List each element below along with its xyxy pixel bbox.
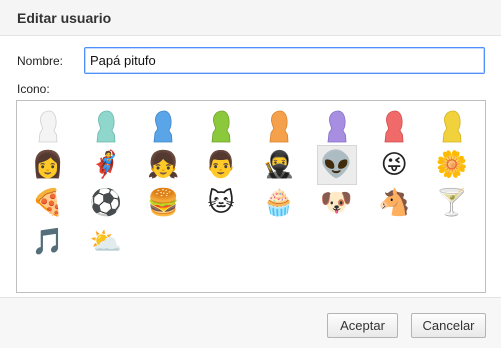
icon-picker-grid: 👩 🦸 👧 👨 🥷 👽 😜 🌼 🍕 ⚽ 🍔 🐱 🧁 🐶 🐴 🍸 🎵 ⛅ (16, 100, 486, 293)
icon-option[interactable]: 👧 (143, 145, 183, 185)
icon-option[interactable]: 🌼 (432, 145, 472, 185)
smiley-face-icon: 😜 (380, 149, 408, 180)
icon-option[interactable]: 🎵 (28, 222, 68, 262)
icon-option[interactable] (86, 106, 126, 146)
icon-option[interactable]: 😜 (374, 145, 414, 185)
icon-option[interactable]: 👨 (201, 145, 241, 185)
icon-option[interactable]: 🍸 (432, 183, 472, 223)
man-avatar-icon: 👨 (204, 149, 238, 180)
dialog-titlebar: Editar usuario (0, 0, 501, 36)
icon-option[interactable]: 👩 (28, 145, 68, 185)
woman-sunglasses-avatar-icon: 👧 (147, 149, 180, 180)
alien-avatar-icon: 👽 (320, 149, 353, 180)
pizza-slice-icon: 🍕 (31, 188, 65, 218)
superhero-avatar-icon: 🦸 (89, 149, 122, 180)
cupcake-icon: 🧁 (262, 188, 295, 218)
silhouette-teal-icon (96, 110, 116, 143)
icon-option[interactable] (201, 106, 241, 146)
icon-option[interactable]: 🐱 (201, 183, 241, 223)
burger-icon: 🍔 (147, 188, 180, 218)
icon-option[interactable]: 🍔 (143, 183, 183, 223)
icon-option[interactable] (143, 106, 183, 146)
icon-option[interactable]: 🐶 (317, 183, 357, 223)
silhouette-white-icon (38, 110, 58, 143)
music-note-icon: 🎵 (31, 226, 65, 257)
businesswoman-avatar-icon: 👩 (31, 149, 65, 180)
daisy-flower-icon: 🌼 (435, 149, 469, 180)
puppy-icon: 🐶 (320, 188, 353, 218)
icon-option[interactable]: 👽 (316, 144, 357, 185)
icon-option[interactable] (259, 106, 299, 146)
ninja-avatar-icon: 🥷 (262, 149, 295, 180)
cancel-button[interactable]: Cancelar (411, 313, 486, 338)
name-input[interactable] (84, 47, 485, 74)
dialog-title: Editar usuario (17, 10, 112, 26)
silhouette-yellow-icon (442, 110, 462, 143)
name-label: Nombre: (17, 54, 64, 68)
icon-option[interactable] (317, 106, 357, 146)
cocktail-glass-icon: 🍸 (435, 188, 469, 218)
horse-icon: 🐴 (378, 188, 411, 218)
cat-icon: 🐱 (207, 188, 235, 218)
sun-cloud-icon: ⛅ (89, 226, 122, 257)
silhouette-blue-icon (153, 110, 173, 143)
icon-option[interactable]: 🥷 (259, 145, 299, 185)
icon-option[interactable]: 🍕 (28, 183, 68, 223)
soccer-ball-icon: ⚽ (89, 188, 122, 218)
icon-option[interactable] (432, 106, 472, 146)
silhouette-purple-icon (327, 110, 346, 143)
icon-option[interactable] (28, 106, 68, 146)
accept-button[interactable]: Aceptar (327, 313, 398, 338)
icon-option[interactable]: 🐴 (374, 183, 414, 223)
icon-option[interactable]: ⛅ (86, 222, 126, 262)
icon-label: Icono: (17, 82, 50, 96)
silhouette-orange-icon (269, 110, 289, 143)
edit-user-dialog: Editar usuario Nombre: Icono: 👩 🦸 👧 👨 🥷 👽 😜 🌼 🍕 ⚽… (0, 0, 501, 348)
silhouette-green-icon (211, 110, 231, 143)
silhouette-red-icon (384, 110, 404, 143)
icon-option[interactable] (374, 106, 414, 146)
icon-option[interactable]: ⚽ (86, 183, 126, 223)
icon-option[interactable]: 🦸 (86, 145, 126, 185)
icon-option[interactable]: 🧁 (259, 183, 299, 223)
